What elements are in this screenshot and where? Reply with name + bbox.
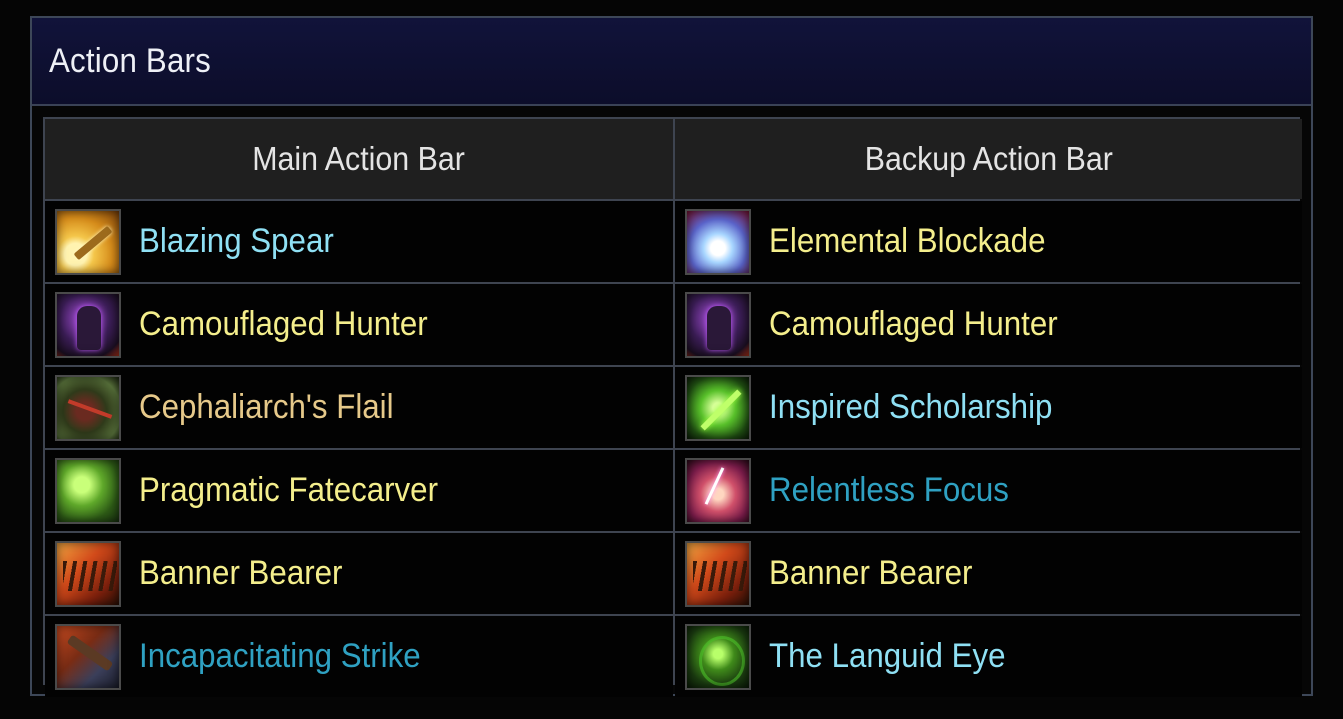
action-bars-panel: Action Bars Main Action Bar Backup Actio… [30, 16, 1313, 697]
backup-slot-2[interactable]: Camouflaged Hunter [675, 284, 1302, 365]
skill-label[interactable]: Pragmatic Fatecarver [139, 471, 438, 510]
skill-label[interactable]: Incapacitating Strike [139, 637, 421, 676]
backup-slot-3[interactable]: Inspired Scholarship [675, 367, 1302, 448]
column-header-backup-label: Backup Action Bar [864, 140, 1113, 177]
inspired-scholarship-icon [685, 374, 751, 441]
action-bars-table: Main Action Bar Backup Action Bar Blazin… [43, 117, 1302, 697]
skill-label[interactable]: Elemental Blockade [769, 222, 1045, 261]
languid-eye-icon [685, 623, 751, 690]
pragmatic-fatecarver-icon [55, 457, 121, 524]
skill-label[interactable]: Banner Bearer [139, 554, 342, 593]
backup-slot-6[interactable]: The Languid Eye [675, 616, 1302, 697]
cephaliarchs-flail-icon [55, 374, 121, 441]
banner-bearer-icon [685, 540, 751, 607]
main-slot-4[interactable]: Pragmatic Fatecarver [45, 450, 673, 531]
backup-slot-5[interactable]: Banner Bearer [675, 533, 1302, 614]
skill-label[interactable]: Relentless Focus [769, 471, 1009, 510]
main-slot-6[interactable]: Incapacitating Strike [45, 616, 673, 697]
skill-label[interactable]: Camouflaged Hunter [769, 305, 1058, 344]
main-slot-5[interactable]: Banner Bearer [45, 533, 673, 614]
main-slot-3[interactable]: Cephaliarch's Flail [45, 367, 673, 448]
skill-label[interactable]: Camouflaged Hunter [139, 305, 428, 344]
column-header-backup: Backup Action Bar [675, 119, 1302, 199]
panel-header: Action Bars [32, 18, 1311, 106]
camouflaged-hunter-icon [685, 291, 751, 358]
backup-slot-4[interactable]: Relentless Focus [675, 450, 1302, 531]
skill-label[interactable]: Banner Bearer [769, 554, 972, 593]
main-slot-1[interactable]: Blazing Spear [45, 201, 673, 282]
skill-label[interactable]: Blazing Spear [139, 222, 334, 261]
relentless-focus-icon [685, 457, 751, 524]
skill-label[interactable]: The Languid Eye [769, 637, 1006, 676]
skill-label[interactable]: Cephaliarch's Flail [139, 388, 394, 427]
skill-label[interactable]: Inspired Scholarship [769, 388, 1052, 427]
camouflaged-hunter-icon [55, 291, 121, 358]
main-slot-2[interactable]: Camouflaged Hunter [45, 284, 673, 365]
elemental-blockade-icon [685, 208, 751, 275]
backup-slot-1[interactable]: Elemental Blockade [675, 201, 1302, 282]
blazing-spear-icon [55, 208, 121, 275]
column-header-main-label: Main Action Bar [252, 140, 466, 177]
panel-title: Action Bars [49, 41, 211, 80]
column-header-main: Main Action Bar [45, 119, 673, 199]
banner-bearer-icon [55, 540, 121, 607]
incapacitating-strike-icon [55, 623, 121, 690]
